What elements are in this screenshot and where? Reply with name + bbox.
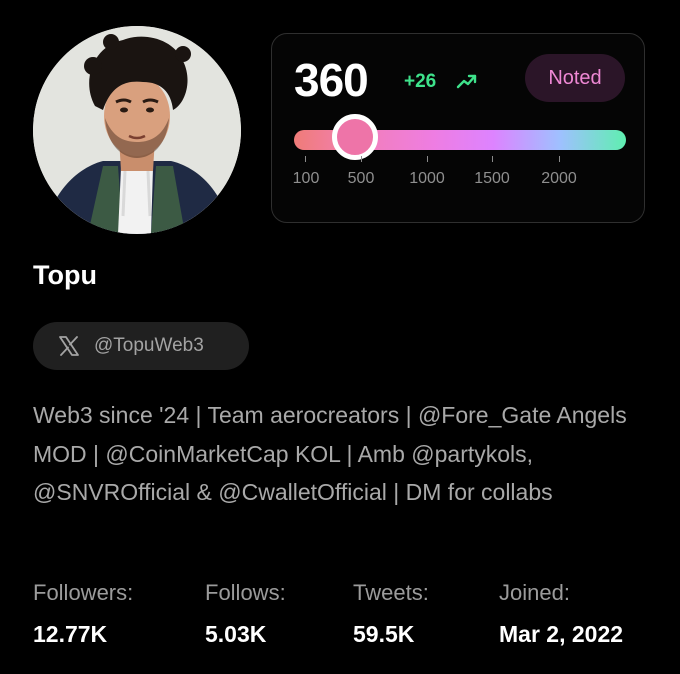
scale-tick [305,156,306,162]
scale-tick [361,156,362,162]
stat-label-joined: Joined: [499,580,570,605]
scale-tick [559,156,560,162]
x-logo-icon [59,336,79,356]
score-delta: +26 [404,71,437,92]
trending-up-icon [456,74,477,89]
scale-tick [492,156,493,162]
x-handle-link[interactable]: @TopuWeb3 [33,322,249,370]
scale-tick-label: 2000 [541,170,577,187]
scale-tick-label: 100 [292,170,320,187]
score-card: 360 +26 Noted 100 500 1000 1500 2000 [271,33,645,223]
status-badge: Noted [525,54,625,102]
stat-label-follows: Follows: [205,580,286,605]
stat-value-tweets: 59.5K [353,621,415,647]
profile-avatar [33,26,241,234]
avatar-illustration [33,26,241,234]
profile-name: Topu [33,260,97,290]
score-slider-thumb [332,114,378,160]
scale-tick [427,156,428,162]
profile-bio: Web3 since '24 | Team aerocreators | @Fo… [33,402,627,505]
x-handle-text: @TopuWeb3 [94,335,204,356]
stat-label-followers: Followers: [33,580,134,605]
stat-value-followers: 12.77K [33,621,108,647]
stat-value-follows: 5.03K [205,621,267,647]
scale-tick-label: 500 [347,170,375,187]
stat-label-tweets: Tweets: [353,580,429,605]
score-value: 360 [294,54,369,106]
scale-tick-label: 1500 [474,170,510,187]
stat-value-joined: Mar 2, 2022 [499,621,624,647]
scale-tick-label: 1000 [409,170,445,187]
